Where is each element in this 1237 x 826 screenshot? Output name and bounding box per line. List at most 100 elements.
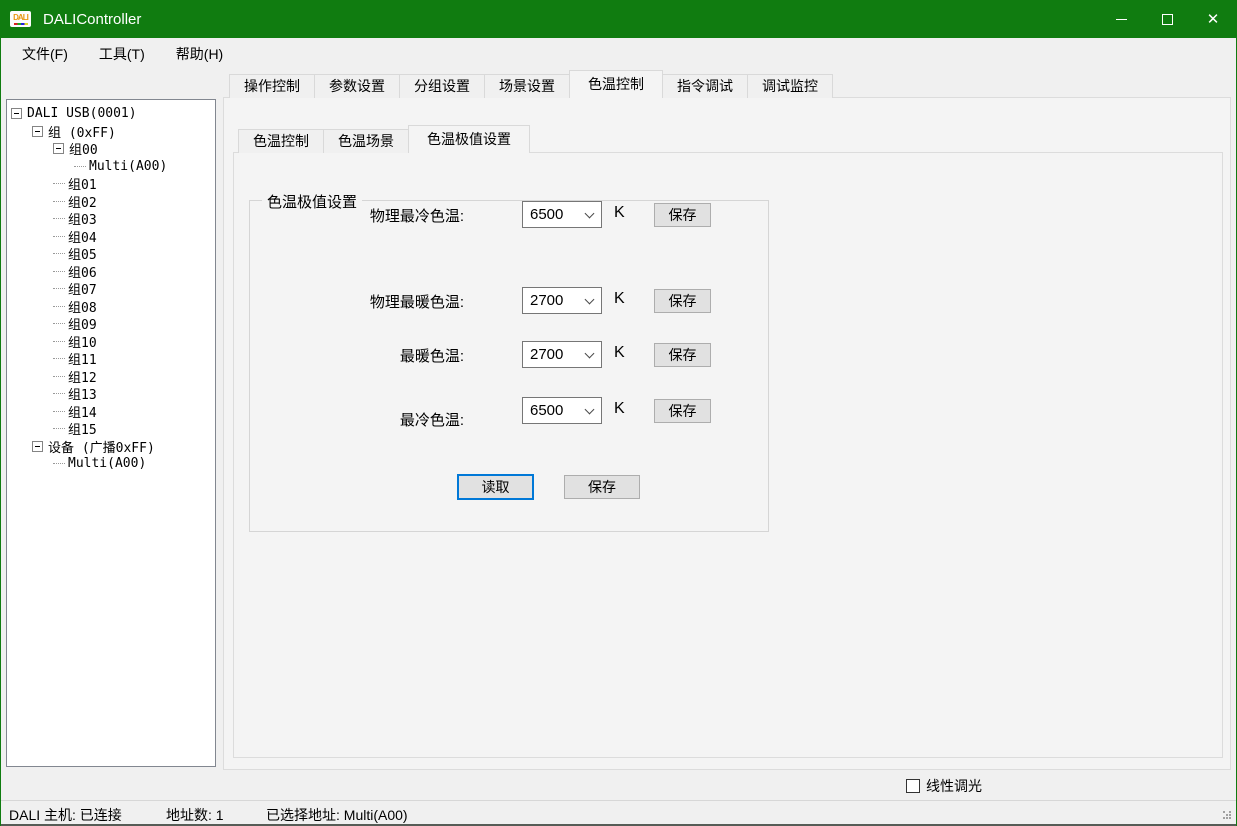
tab-分组设置[interactable]: 分组设置 [399, 74, 485, 98]
tree-node[interactable]: 组15 [7, 420, 215, 438]
menu-item-0[interactable]: 文件(F) [12, 40, 78, 68]
collapse-icon[interactable] [32, 441, 43, 452]
temp-combobox[interactable]: 6500 [522, 397, 602, 424]
tab-场景设置[interactable]: 场景设置 [484, 74, 570, 98]
checkbox-icon[interactable] [906, 779, 920, 793]
minimize-icon [1116, 19, 1127, 20]
combobox-value: 6500 [530, 402, 563, 419]
tree-node[interactable]: 组 (0xFF) [7, 123, 215, 141]
tree-node[interactable]: DALI USB(0001) [7, 105, 215, 123]
tab-指令调试[interactable]: 指令调试 [662, 74, 748, 98]
tree-node[interactable]: 组13 [7, 385, 215, 403]
save-all-button[interactable]: 保存 [564, 475, 640, 499]
app-window: DALI DALIController ✕ 文件(F) 工具(T) 帮助(H) DA… [0, 0, 1237, 826]
unit-label: K [614, 344, 625, 362]
maximize-button[interactable] [1144, 0, 1190, 38]
close-button[interactable]: ✕ [1190, 0, 1236, 38]
tree-connector-icon [53, 323, 65, 324]
collapse-icon[interactable] [32, 126, 43, 137]
tree-node-label: DALI USB(0001) [27, 106, 137, 121]
collapse-icon[interactable] [11, 108, 22, 119]
tree-node-label: 组 (0xFF) [48, 122, 116, 141]
tree-connector-icon [53, 201, 65, 202]
tree-connector-icon [53, 183, 65, 184]
tree-node[interactable]: 设备 (广播0xFF) [7, 438, 215, 456]
form-row: 物理最暖色温:2700K保存 [250, 287, 768, 315]
tree-node[interactable]: 组08 [7, 298, 215, 316]
chevron-down-icon[interactable] [585, 295, 595, 305]
unit-label: K [614, 400, 625, 418]
tree-node[interactable]: 组10 [7, 333, 215, 351]
collapse-icon[interactable] [53, 143, 64, 154]
tree-node[interactable]: 组07 [7, 280, 215, 298]
tree-node[interactable]: 组11 [7, 350, 215, 368]
tree-node-label: 组09 [68, 314, 97, 333]
tree-node[interactable]: 组12 [7, 368, 215, 386]
sub-tab-bar: 色温控制色温场景色温极值设置 [238, 128, 529, 153]
linear-dimming-checkbox[interactable]: 线性调光 [906, 776, 982, 796]
tab-操作控制[interactable]: 操作控制 [229, 74, 315, 98]
tree-node[interactable]: Multi(A00) [7, 158, 215, 176]
tree-node-label: 组00 [69, 139, 98, 158]
row-save-button[interactable]: 保存 [654, 343, 711, 367]
tree-node[interactable]: 组09 [7, 315, 215, 333]
temp-combobox[interactable]: 6500 [522, 201, 602, 228]
form-row: 最暖色温: 2700 K 保存 [250, 341, 768, 369]
tree-connector-icon [53, 341, 65, 342]
field-label: 最暖色温: [260, 345, 464, 366]
bottom-strip: 线性调光 [1, 770, 1236, 800]
tree-node[interactable]: 组05 [7, 245, 215, 263]
cct-extremes-groupbox: 色温极值设置 物理最暖色温:2700K保存最暖色温:2700K保存最冷色温:65… [249, 200, 769, 532]
tree-connector-icon [53, 428, 65, 429]
tree-node[interactable]: 组14 [7, 403, 215, 421]
checkbox-label: 线性调光 [926, 776, 982, 796]
tree-node[interactable]: 组02 [7, 193, 215, 211]
row-save-button[interactable]: 保存 [654, 203, 711, 227]
tree-connector-icon [74, 166, 86, 167]
tree-node[interactable]: 组04 [7, 228, 215, 246]
tab-调试监控[interactable]: 调试监控 [747, 74, 833, 98]
tree-node[interactable]: 组00 [7, 140, 215, 158]
tree-connector-icon [53, 218, 65, 219]
tree-node[interactable]: 组03 [7, 210, 215, 228]
title-bar: DALI DALIController ✕ [1, 0, 1236, 38]
chevron-down-icon[interactable] [585, 349, 595, 359]
chevron-down-icon[interactable] [585, 209, 595, 219]
tree-node-label: Multi(A00) [68, 456, 146, 471]
tree-node-label: 组13 [68, 384, 97, 403]
field-label: 物理最暖色温: [260, 291, 464, 312]
subtab-色温极值设置[interactable]: 色温极值设置 [408, 125, 530, 153]
tree-node-label: 组08 [68, 297, 97, 316]
tree-node[interactable]: 组01 [7, 175, 215, 193]
tree-node-label: 组03 [68, 209, 97, 228]
subtab-色温控制[interactable]: 色温控制 [238, 129, 324, 153]
status-item-2: 已选择地址: Multi(A00) [266, 805, 408, 825]
temp-combobox[interactable]: 2700 [522, 287, 602, 314]
tree-node[interactable]: Multi(A00) [7, 455, 215, 473]
tree-node-label: 组05 [68, 244, 97, 263]
tree-connector-icon [53, 411, 65, 412]
row-save-button[interactable]: 保存 [654, 289, 711, 313]
tab-参数设置[interactable]: 参数设置 [314, 74, 400, 98]
resize-grip-icon[interactable] [1222, 810, 1232, 820]
subtab-色温场景[interactable]: 色温场景 [323, 129, 409, 153]
tree-node-label: 组14 [68, 402, 97, 421]
read-button[interactable]: 读取 [457, 474, 534, 500]
main-tab-bar: 操作控制参数设置分组设置场景设置色温控制指令调试调试监控 [229, 73, 832, 98]
menu-item-2[interactable]: 帮助(H) [166, 40, 233, 68]
chevron-down-icon[interactable] [585, 405, 595, 415]
tree-node-label: Multi(A00) [89, 159, 167, 174]
tree-node[interactable]: 组06 [7, 263, 215, 281]
tree-node-label: 组07 [68, 279, 97, 298]
menu-item-1[interactable]: 工具(T) [89, 40, 155, 68]
tree-node-label: 组02 [68, 192, 97, 211]
tab-色温控制[interactable]: 色温控制 [569, 70, 663, 98]
tree-node-label: 设备 (广播0xFF) [48, 437, 155, 456]
tree-connector-icon [53, 253, 65, 254]
tree-connector-icon [53, 463, 65, 464]
status-item-1: 地址数: 1 [166, 805, 224, 825]
minimize-button[interactable] [1098, 0, 1144, 38]
row-save-button[interactable]: 保存 [654, 399, 711, 423]
status-item-0: DALI 主机: 已连接 [9, 805, 122, 825]
temp-combobox[interactable]: 2700 [522, 341, 602, 368]
